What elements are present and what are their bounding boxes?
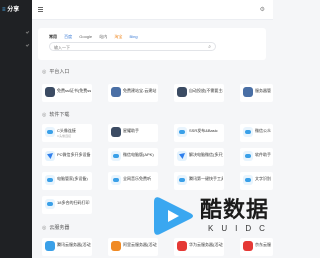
cloud-icon — [111, 151, 121, 161]
tab-taobao[interactable]: 淘宝 — [114, 34, 122, 39]
watermark-text: 酷数据 — [200, 198, 270, 223]
search-panel: 常用 百度 Google 站内 淘宝 Bing ⌕ — [38, 28, 266, 60]
link-card[interactable]: 软件助手 — [240, 148, 273, 166]
settings-icon[interactable]: ⚙ — [260, 6, 265, 13]
link-card[interactable]: 免费建站宝-云建站 — [108, 84, 158, 102]
link-card[interactable]: C头像连接 C头像连接 — [42, 124, 92, 142]
link-card[interactable]: 解决电脑微信(多开) — [174, 148, 224, 166]
cloud-icon — [243, 175, 253, 185]
link-card[interactable]: 免费ssl证书(免费ssl证书) — [42, 84, 92, 102]
section-title-cloud: ◎ 云服务器 — [42, 225, 70, 231]
tab-google[interactable]: Google — [79, 34, 92, 39]
sidebar: ≡ 分享 — [0, 0, 32, 258]
watermark-subtext: KUIDC — [208, 224, 273, 233]
tab-common[interactable]: 常用 — [49, 34, 57, 39]
cloud-icon — [45, 199, 55, 209]
tab-bing[interactable]: Bing — [130, 34, 138, 39]
site-logo[interactable]: ≡ 分享 — [2, 4, 19, 13]
aliyun-icon — [111, 241, 121, 251]
search-input[interactable] — [54, 44, 204, 50]
chevron-down-icon — [25, 43, 30, 47]
link-card[interactable]: 微信公众号 — [240, 124, 273, 142]
tab-site[interactable]: 站内 — [99, 34, 107, 39]
search-icon[interactable]: ⌕ — [208, 44, 211, 50]
link-card[interactable]: 自动投放(不需要主机) — [174, 84, 224, 102]
tencent-cloud-icon — [45, 241, 55, 251]
topbar: ⚙ — [32, 0, 273, 20]
tab-baidu[interactable]: 百度 — [64, 34, 72, 39]
cloud-icon — [177, 175, 187, 185]
link-card[interactable]: 腾讯云服务器(活动) — [42, 238, 92, 256]
cloud-icon — [111, 175, 121, 185]
link-card[interactable]: 星耀助手 — [108, 124, 158, 142]
menu-icon[interactable] — [38, 7, 43, 12]
link-card[interactable]: PC微信多开多设备 — [42, 148, 92, 166]
link-card[interactable]: SSR发布&Basic — [174, 124, 224, 142]
cloud-icon — [177, 127, 187, 137]
chevron-down-icon — [25, 30, 30, 34]
search-box: ⌕ — [49, 42, 216, 51]
link-card[interactable]: 服务器管理 — [240, 84, 273, 102]
app-icon — [177, 87, 187, 97]
app-icon — [111, 127, 121, 137]
cloud-icon — [243, 151, 253, 161]
section-title-software: ◎ 软件下载 — [42, 112, 70, 118]
app-icon — [111, 87, 121, 97]
search-tabs: 常用 百度 Google 站内 淘宝 Bing — [49, 34, 144, 40]
play-logo-icon — [154, 197, 193, 235]
app-icon — [45, 87, 55, 97]
bird-icon — [45, 151, 55, 161]
bird-icon — [177, 151, 187, 161]
link-card[interactable]: 电脑管家(多设备) — [42, 172, 92, 190]
watermark: 酷数据 KUIDC — [150, 188, 270, 256]
cloud-icon — [45, 127, 55, 137]
app-icon — [243, 87, 253, 97]
cloud-icon — [243, 127, 253, 137]
section-title-platform: ◎ 平台入口 — [42, 69, 70, 75]
link-card[interactable]: 18多合的扫码打印 — [42, 196, 92, 214]
cloud-icon — [45, 175, 55, 185]
link-card[interactable]: 微信电脑版(APK) — [108, 148, 158, 166]
